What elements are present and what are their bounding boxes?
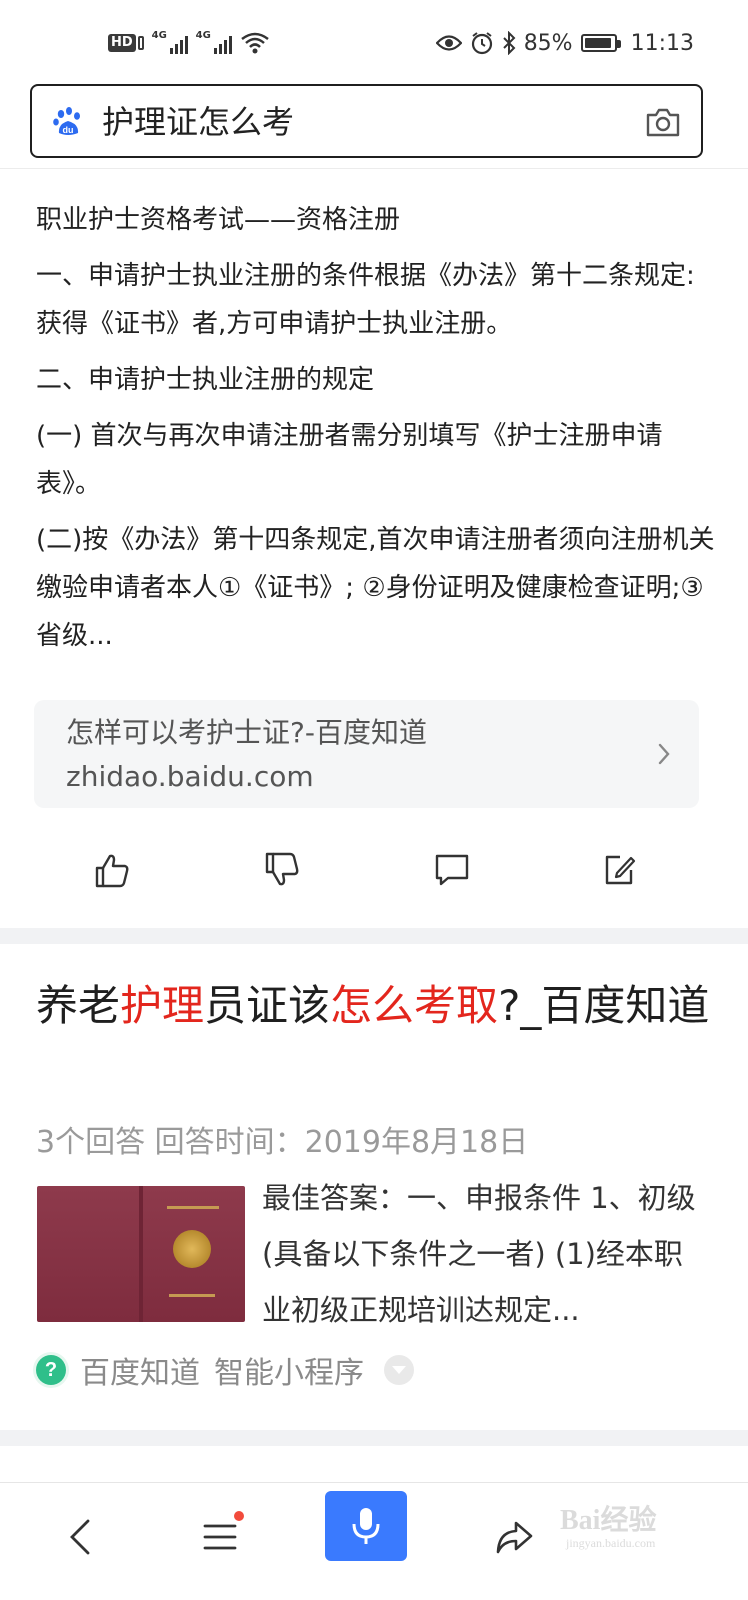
hd-icon: HD bbox=[108, 34, 144, 52]
comment-button[interactable] bbox=[428, 846, 476, 894]
watermark-sub: jingyan.baidu.com bbox=[566, 1536, 656, 1550]
search-bar[interactable]: du 护理证怎么考 bbox=[30, 84, 703, 158]
battery-icon bbox=[580, 34, 621, 52]
title-part: 养老 bbox=[36, 981, 121, 1030]
result-title-link[interactable]: 养老护理员证该怎么考取?_百度知道 bbox=[36, 974, 716, 1038]
caret-down-icon[interactable] bbox=[384, 1355, 414, 1385]
like-icon bbox=[95, 854, 129, 888]
camera-icon[interactable] bbox=[645, 106, 681, 138]
watermark-text: Bai经验 bbox=[560, 1505, 657, 1536]
watermark: Bai经验 jingyan.baidu.com bbox=[560, 1496, 740, 1556]
source-extra: 智能小程序 bbox=[214, 1356, 364, 1391]
source-link-card[interactable]: 怎样可以考护士证?-百度知道 zhidao.baidu.com bbox=[34, 700, 699, 808]
status-left: HD 4G 4G bbox=[108, 28, 270, 58]
article-paragraph: 一、申请护士执业注册的条件根据《办法》第十二条规定:获得《证书》者,方可申请护士… bbox=[36, 261, 695, 339]
battery-percent: 85% bbox=[523, 30, 573, 56]
signal-icon: 4G bbox=[152, 30, 188, 56]
section-divider bbox=[0, 1430, 748, 1446]
back-icon bbox=[70, 1519, 90, 1555]
edit-button[interactable] bbox=[596, 846, 644, 894]
status-bar: HD 4G 4G 85% 11:13 bbox=[0, 0, 748, 84]
feedback-actions bbox=[0, 846, 748, 902]
dislike-button[interactable] bbox=[258, 846, 306, 894]
bluetooth-icon bbox=[502, 31, 516, 55]
baidu-paw-icon: du bbox=[53, 107, 80, 135]
alarm-icon bbox=[471, 32, 492, 55]
article-paragraph: (一) 首次与再次申请注册者需分别填写《护士注册申请表》。 bbox=[36, 421, 663, 499]
emblem-icon bbox=[173, 1230, 211, 1268]
title-part: 员证该 bbox=[204, 981, 331, 1030]
source-url: zhidao.baidu.com bbox=[66, 760, 314, 793]
status-right: 85% 11:13 bbox=[435, 28, 694, 58]
result-source: ? 百度知道 智能小程序 bbox=[36, 1348, 414, 1392]
result-meta: 3个回答 回答时间：2019年8月18日 bbox=[36, 1125, 529, 1160]
comment-icon bbox=[435, 854, 469, 886]
source-name: 百度知道 bbox=[80, 1356, 200, 1391]
back-button[interactable] bbox=[50, 1507, 110, 1567]
sim1-tag: 4G bbox=[151, 30, 167, 41]
chevron-right-icon bbox=[658, 743, 670, 765]
clock: 11:13 bbox=[630, 30, 694, 56]
share-icon bbox=[496, 1521, 533, 1554]
like-button[interactable] bbox=[88, 846, 136, 894]
zhidao-question-icon: ? bbox=[36, 1355, 66, 1385]
menu-button[interactable] bbox=[190, 1507, 250, 1567]
share-button[interactable] bbox=[484, 1507, 544, 1567]
article-paragraph: 职业护士资格考试——资格注册 bbox=[36, 205, 401, 235]
voice-search-button[interactable] bbox=[325, 1491, 407, 1561]
header-divider bbox=[0, 168, 748, 169]
title-highlight: 怎么考取 bbox=[330, 981, 499, 1030]
title-part: ?_百度知道 bbox=[498, 981, 710, 1030]
dislike-icon bbox=[265, 852, 299, 886]
certificate-thumbnail[interactable] bbox=[37, 1186, 245, 1322]
source-title: 怎样可以考护士证?-百度知道 bbox=[66, 716, 427, 749]
mic-icon bbox=[352, 1508, 380, 1544]
sim2-tag: 4G bbox=[195, 30, 211, 41]
title-highlight: 护理 bbox=[120, 981, 205, 1030]
result-snippet[interactable]: 最佳答案：一、申报条件 1、初级(具备以下条件之一者) (1)经本职业初级正规培… bbox=[262, 1170, 702, 1338]
answer-content: 职业护士资格考试——资格注册 一、申请护士执业注册的条件根据《办法》第十二条规定… bbox=[36, 196, 716, 668]
hd-label: HD bbox=[108, 34, 136, 52]
notification-dot bbox=[234, 1511, 244, 1521]
edit-icon bbox=[605, 855, 636, 885]
svg-text:du: du bbox=[63, 125, 74, 135]
section-divider bbox=[0, 928, 748, 944]
signal-icon: 4G bbox=[196, 30, 232, 56]
eye-icon bbox=[435, 35, 462, 51]
wifi-icon bbox=[240, 32, 269, 54]
search-input[interactable]: 护理证怎么考 bbox=[102, 102, 294, 142]
article-paragraph: 二、申请护士执业注册的规定 bbox=[36, 365, 375, 395]
article-paragraph: (二)按《办法》第十四条规定,首次申请注册者须向注册机关缴验申请者本人①《证书》… bbox=[36, 525, 715, 651]
menu-icon bbox=[203, 1524, 237, 1550]
